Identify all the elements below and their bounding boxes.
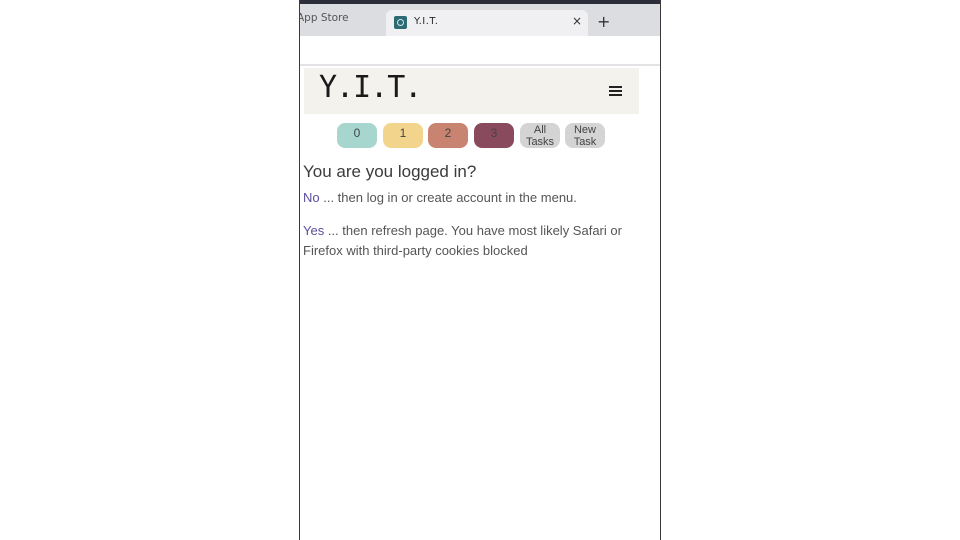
site-logo[interactable]: Y.I.T. — [319, 70, 422, 105]
no-link[interactable]: No — [303, 190, 320, 205]
yes-answer-line: Yes ... then refresh page. You have most… — [303, 221, 643, 261]
yes-link[interactable]: Yes — [303, 223, 324, 238]
filter-priority-1-button[interactable]: 1 — [383, 123, 423, 148]
tab-bar: App Store Y.I.T. × + — [300, 4, 660, 37]
tab-yit[interactable]: Y.I.T. × — [386, 10, 588, 37]
new-tab-icon[interactable]: + — [597, 12, 610, 31]
browser-window: App Store Y.I.T. × + Y.I.T. 0 1 2 3 All … — [299, 0, 661, 540]
all-tasks-button[interactable]: All Tasks — [520, 123, 560, 148]
site-header: Y.I.T. — [304, 68, 639, 114]
no-answer-line: No ... then log in or create account in … — [303, 188, 643, 208]
all-tasks-line1: All — [533, 124, 547, 136]
site-favicon-icon — [394, 16, 407, 29]
new-task-button[interactable]: New Task — [565, 123, 605, 148]
filter-priority-2-button[interactable]: 2 — [428, 123, 468, 148]
task-filter-bar: 0 1 2 3 All Tasks New Task — [337, 123, 617, 149]
close-tab-icon[interactable]: × — [572, 14, 582, 28]
new-task-line2: Task — [573, 136, 597, 148]
address-bar[interactable] — [300, 36, 660, 64]
hamburger-menu-icon[interactable] — [609, 86, 622, 96]
filter-priority-0-button[interactable]: 0 — [337, 123, 377, 148]
tab-app-store[interactable]: App Store — [300, 12, 349, 24]
filter-priority-3-button[interactable]: 3 — [474, 123, 514, 148]
new-task-line1: New — [573, 124, 596, 136]
web-page: Y.I.T. 0 1 2 3 All Tasks New Task You ar… — [300, 66, 660, 540]
yes-explanation: ... then refresh page. You have most lik… — [303, 223, 622, 258]
tab-title: Y.I.T. — [414, 16, 439, 27]
all-tasks-line2: Tasks — [525, 136, 555, 148]
login-question-heading: You are you logged in? — [303, 162, 477, 181]
no-explanation: ... then log in or create account in the… — [319, 190, 577, 205]
